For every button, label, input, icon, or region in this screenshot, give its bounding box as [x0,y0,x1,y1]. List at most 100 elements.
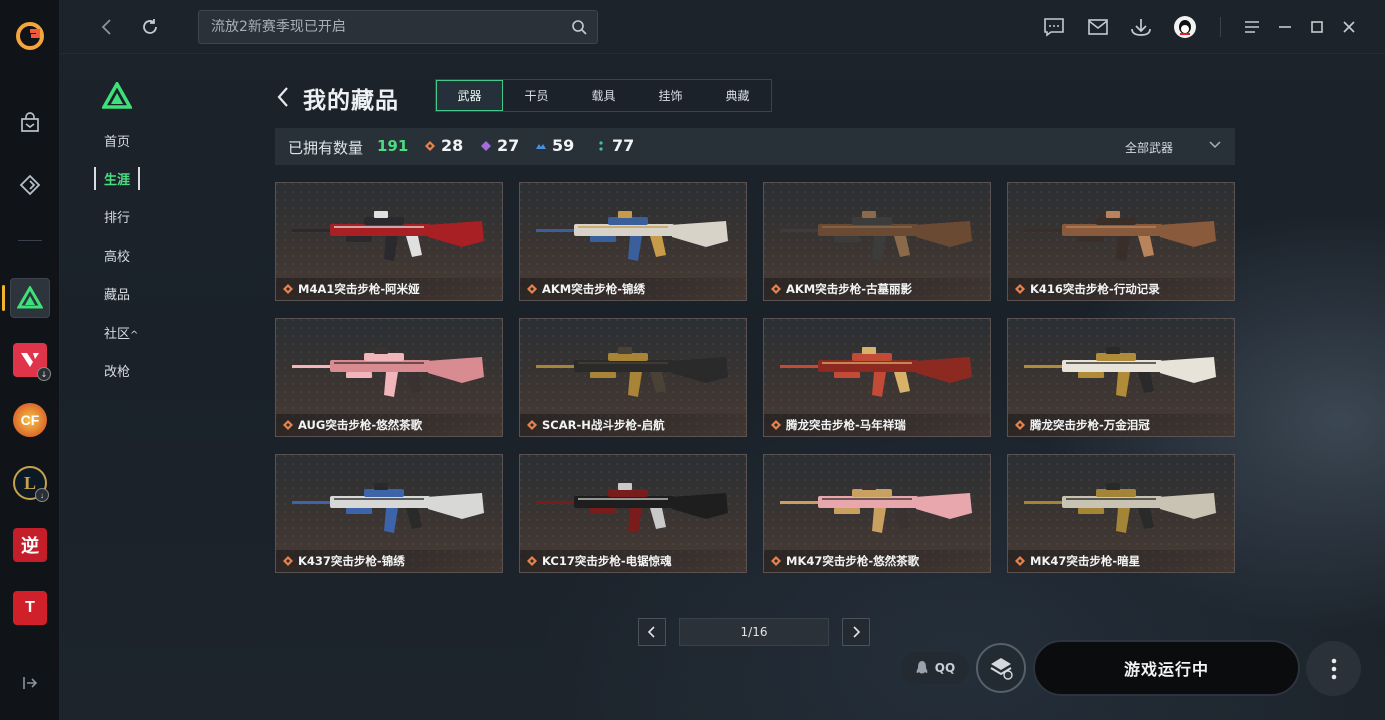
subnav-item-community[interactable]: 社区^ [104,323,138,342]
weapon-card[interactable]: K416突击步枪-行动记录 [1007,182,1235,301]
wegame-logo-icon[interactable] [15,21,45,51]
weapon-caption: K437突击步枪-锦绣 [276,550,502,572]
search-icon[interactable] [571,19,587,35]
subnav-item-modify-gun[interactable]: 改枪 [104,361,130,380]
more-vertical-icon [1331,658,1336,679]
layers-icon [990,658,1013,680]
tier-count: 59 [552,136,575,155]
tab-charms[interactable]: 挂饰 [637,80,704,111]
crossfire-game-icon[interactable]: CF [10,400,50,440]
orange-gem-icon [283,420,293,430]
download-manager-icon[interactable] [1129,15,1153,39]
game-running-button[interactable]: 游戏运行中 [1033,640,1300,696]
chat-icon[interactable] [1042,15,1066,39]
tab-operators[interactable]: 干员 [503,80,570,111]
qq-button[interactable]: QQ [901,652,969,684]
weapon-caption: AKM突击步枪-古墓丽影 [764,278,990,300]
weapon-caption: AKM突击步枪-锦绣 [520,278,746,300]
prev-page-button[interactable] [638,618,666,646]
game-hub-icon[interactable] [15,170,45,200]
weapon-card[interactable]: AKM突击步枪-锦绣 [519,182,747,301]
subnav-item-ranking[interactable]: 排行 [104,207,130,226]
subnav-item-college[interactable]: 高校 [104,246,130,265]
weapon-card[interactable]: 腾龙突击步枪-万金泪冠 [1007,318,1235,437]
user-avatar[interactable] [1173,15,1197,39]
maximize-icon[interactable] [1305,15,1329,39]
orange-gem-icon [527,556,537,566]
subnav-item-career[interactable]: 生涯 [94,167,141,190]
tiantang-game-icon[interactable]: T [10,588,50,628]
back-nav-icon[interactable] [94,14,120,40]
qq-penguin-icon [916,661,928,674]
weapon-name: MK47突击步枪-暗星 [1030,554,1141,568]
weapon-name: K416突击步枪-行动记录 [1030,282,1160,296]
chevron-right-icon [853,626,861,638]
more-options-button[interactable] [1306,641,1361,696]
weapon-card[interactable]: SCAR-H战斗步枪-启航 [519,318,747,437]
stats-bar: 已拥有数量 191 28 27 59 77 全部武器 [275,128,1235,165]
refresh-icon[interactable] [137,14,163,40]
tier-stat-purple: 27 [481,136,519,155]
subnav-item-home[interactable]: 首页 [104,131,130,150]
layers-button[interactable] [976,643,1026,693]
store-icon[interactable] [15,108,45,138]
weapon-caption: MK47突击步枪-暗星 [1008,550,1234,572]
valorant-game-icon[interactable]: ↓ [10,340,51,381]
weapon-name: 腾龙突击步枪-万金泪冠 [1030,418,1150,432]
download-badge-icon: ↓ [35,488,49,502]
delta-force-logo-icon [101,80,133,110]
weapon-image [292,211,484,261]
orange-gem-icon [771,420,781,430]
weapon-card[interactable]: MK47突击步枪-悠然茶歌 [763,454,991,573]
community-label: 社区 [104,327,131,342]
tab-vehicles[interactable]: 载具 [570,80,637,111]
weapon-name: KC17突击步枪-电锯惊魂 [542,554,672,568]
orange-gem-icon [283,284,293,294]
search-bar[interactable] [198,10,598,44]
weapon-name: AKM突击步枪-古墓丽影 [786,282,913,296]
sub-navigation: 首页 生涯 排行 高校 藏品 社区^ 改枪 [60,54,210,720]
weapon-name: K437突击步枪-锦绣 [298,554,405,568]
weapon-image [780,347,972,397]
next-page-button[interactable] [842,618,870,646]
weapon-card[interactable]: AKM突击步枪-古墓丽影 [763,182,991,301]
minimize-icon[interactable] [1273,15,1297,39]
weapon-image [292,347,484,397]
weapon-caption: 腾龙突击步枪-万金泪冠 [1008,414,1234,436]
delta-force-game-icon[interactable] [10,278,50,318]
weapon-caption: AUG突击步枪-悠然茶歌 [276,414,502,436]
weapon-image [536,211,728,261]
weapon-image [292,483,484,533]
nishuihan-game-icon[interactable]: 逆 [10,525,50,565]
back-arrow-icon[interactable] [275,84,295,110]
weapon-image [1024,483,1216,533]
purple-gem-icon [481,140,491,151]
mail-icon[interactable] [1086,15,1110,39]
subnav-item-collection[interactable]: 藏品 [104,284,130,303]
orange-gem-icon [1015,420,1025,430]
close-icon[interactable] [1337,15,1361,39]
weapon-name: M4A1突击步枪-阿米娅 [298,282,420,296]
weapon-card[interactable]: MK47突击步枪-暗星 [1007,454,1235,573]
menu-icon[interactable] [1240,15,1264,39]
tab-weapons[interactable]: 武器 [436,80,503,111]
weapon-card[interactable]: K437突击步枪-锦绣 [275,454,503,573]
weapon-card[interactable]: 腾龙突击步枪-马年祥瑞 [763,318,991,437]
tier-count: 27 [497,136,520,155]
weapon-image [780,211,972,261]
weapon-card[interactable]: M4A1突击步枪-阿米娅 [275,182,503,301]
weapon-name: AKM突击步枪-锦绣 [542,282,646,296]
weapon-filter-dropdown[interactable]: 全部武器 [1125,139,1173,156]
orange-gem-icon [527,420,537,430]
search-input[interactable] [199,11,559,43]
owned-count-value: 191 [377,137,409,155]
tab-collections[interactable]: 典藏 [704,80,771,111]
weapon-card[interactable]: KC17突击步枪-电锯惊魂 [519,454,747,573]
category-tabs: 武器 干员 载具 挂饰 典藏 [435,79,772,112]
league-of-legends-game-icon[interactable]: L ↓ [10,463,50,503]
topbar-divider [1220,17,1221,37]
weapon-card[interactable]: AUG突击步枪-悠然茶歌 [275,318,503,437]
weapon-caption: KC17突击步枪-电锯惊魂 [520,550,746,572]
chevron-down-icon[interactable] [1207,136,1223,152]
collapse-rail-icon[interactable] [15,668,45,698]
